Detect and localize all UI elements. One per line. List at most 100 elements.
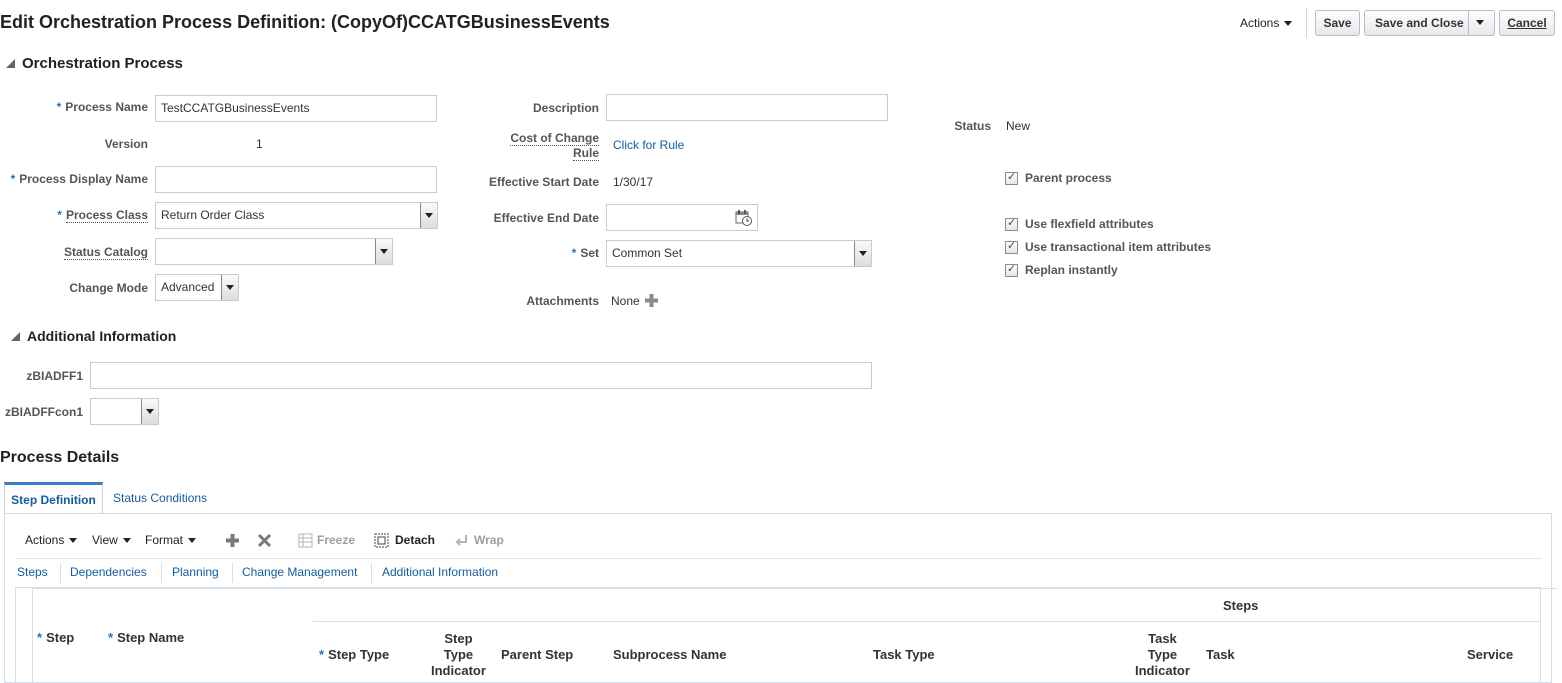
orchestration-section-header[interactable]: Orchestration Process (6, 55, 183, 72)
steps-group-header: Steps (1223, 598, 1259, 613)
required-icon: * (10, 172, 16, 186)
save-button[interactable]: Save (1315, 10, 1360, 36)
set-label: * Set (571, 246, 599, 260)
required-icon: * (57, 208, 62, 222)
toolbar-actions-menu[interactable]: Actions (25, 533, 78, 547)
column-header-service[interactable]: Service (1467, 647, 1513, 662)
required-icon: * (37, 630, 43, 645)
collapse-triangle-icon[interactable] (6, 59, 15, 68)
use-flexfield-attributes-checkbox[interactable] (1005, 216, 1018, 231)
change-mode-select[interactable]: Advanced (155, 274, 239, 301)
set-select[interactable]: Common Set (606, 240, 872, 267)
steps-group-divider (313, 621, 1541, 622)
toolbar-format-menu[interactable]: Format (145, 533, 197, 547)
chevron-down-icon (69, 538, 78, 544)
replan-instantly-label: Replan instantly (1025, 263, 1118, 277)
header-actions-menu[interactable]: Actions (1240, 16, 1293, 30)
subtab-separator (232, 563, 233, 583)
toolbar-divider (16, 558, 1542, 559)
add-row-icon[interactable] (225, 533, 240, 548)
wrap-icon (455, 535, 467, 546)
status-label: Status (954, 119, 991, 133)
required-icon: * (571, 246, 577, 260)
column-header-task-type-indicator[interactable]: Task Type Indicator (1135, 631, 1190, 679)
status-catalog-select[interactable] (155, 238, 393, 265)
parent-process-checkbox[interactable] (1005, 170, 1018, 185)
chevron-down-icon (122, 538, 131, 544)
effective-start-date-value: 1/30/17 (613, 175, 654, 189)
parent-process-label: Parent process (1025, 171, 1112, 185)
use-flexfield-attributes-label: Use flexfield attributes (1025, 217, 1154, 231)
subtab-dependencies[interactable]: Dependencies (70, 565, 147, 579)
required-icon: * (56, 100, 62, 114)
cancel-label: Cancel (1507, 16, 1547, 30)
tab-step-definition[interactable]: Step Definition (4, 482, 103, 514)
subtab-separator (60, 563, 61, 583)
subtab-change-management[interactable]: Change Management (242, 565, 357, 579)
header-actions-label: Actions (1240, 16, 1280, 30)
dropdown-arrow-icon[interactable] (141, 399, 158, 424)
additional-information-section-header[interactable]: Additional Information (11, 328, 176, 344)
calendar-icon[interactable] (735, 209, 752, 226)
click-for-rule-link[interactable]: Click for Rule (613, 138, 684, 152)
freeze-icon (298, 533, 313, 548)
process-class-label: * Process Class (57, 208, 148, 223)
effective-end-date-label: Effective End Date (493, 211, 599, 225)
column-header-step[interactable]: * Step (37, 630, 74, 645)
column-header-step-type[interactable]: * Step Type (319, 647, 389, 662)
cancel-button[interactable]: Cancel (1499, 10, 1555, 36)
set-value: Common Set (612, 246, 683, 260)
column-header-subprocess-name[interactable]: Subprocess Name (613, 647, 726, 662)
effective-end-date-input[interactable] (606, 204, 758, 231)
use-transactional-item-attributes-label: Use transactional item attributes (1025, 240, 1212, 254)
status-value: New (1006, 119, 1031, 133)
add-attachment-icon[interactable] (644, 293, 659, 308)
detach-button[interactable]: Detach (395, 533, 435, 547)
replan-instantly-checkbox[interactable] (1005, 262, 1018, 277)
delete-row-icon[interactable] (257, 533, 272, 548)
column-header-step-name[interactable]: * Step Name (108, 630, 184, 645)
zbiadff1-label: zBIADFF1 (26, 369, 83, 383)
subtab-additional-information[interactable]: Additional Information (382, 565, 498, 579)
orchestration-section-title: Orchestration Process (22, 55, 183, 72)
subtab-steps[interactable]: Steps (17, 565, 48, 579)
dropdown-arrow-icon[interactable] (221, 275, 238, 300)
attachments-label: Attachments (526, 294, 599, 308)
toolbar-view-menu[interactable]: View (92, 533, 131, 547)
header-divider (1306, 8, 1307, 38)
process-name-label: * Process Name (56, 100, 148, 114)
dropdown-arrow-icon[interactable] (854, 241, 871, 266)
version-value: 1 (256, 137, 263, 151)
process-class-select[interactable]: Return Order Class (155, 202, 438, 229)
save-and-close-button[interactable]: Save and Close (1364, 10, 1495, 36)
tab-status-conditions[interactable]: Status Conditions (113, 482, 207, 514)
save-and-close-menu-icon[interactable] (1468, 11, 1494, 35)
subtab-planning[interactable]: Planning (172, 565, 219, 579)
chevron-down-icon (1284, 21, 1293, 27)
steps-table (15, 587, 1557, 682)
process-display-name-label: * Process Display Name (10, 172, 148, 186)
page-title: Edit Orchestration Process Definition: (… (0, 12, 610, 32)
change-mode-value: Advanced (161, 280, 215, 294)
description-label: Description (532, 101, 599, 115)
process-display-name-input[interactable] (155, 166, 437, 193)
process-details-title: Process Details (0, 449, 120, 466)
description-input[interactable] (606, 94, 888, 121)
process-name-input[interactable]: TestCCATGBusinessEvents (155, 95, 437, 122)
cost-of-change-rule-label: Cost of Change Rule (510, 131, 599, 161)
subtab-separator (371, 563, 372, 583)
zbiadffcon1-label: zBIADFFcon1 (5, 405, 83, 419)
column-header-step-type-indicator[interactable]: Step Type Indicator (431, 631, 486, 679)
column-header-parent-step[interactable]: Parent Step (501, 647, 573, 662)
use-transactional-item-attributes-checkbox[interactable] (1005, 239, 1018, 254)
dropdown-arrow-icon[interactable] (420, 203, 437, 228)
zbiadff1-input[interactable] (90, 362, 872, 389)
dropdown-arrow-icon[interactable] (375, 239, 392, 264)
effective-start-date-label: Effective Start Date (488, 175, 599, 189)
column-header-task[interactable]: Task (1206, 647, 1235, 662)
column-header-task-type[interactable]: Task Type (873, 647, 935, 662)
detach-icon[interactable] (374, 533, 389, 548)
zbiadffcon1-select[interactable] (90, 398, 159, 425)
collapse-triangle-icon[interactable] (11, 332, 20, 341)
subtab-separator (161, 563, 162, 583)
